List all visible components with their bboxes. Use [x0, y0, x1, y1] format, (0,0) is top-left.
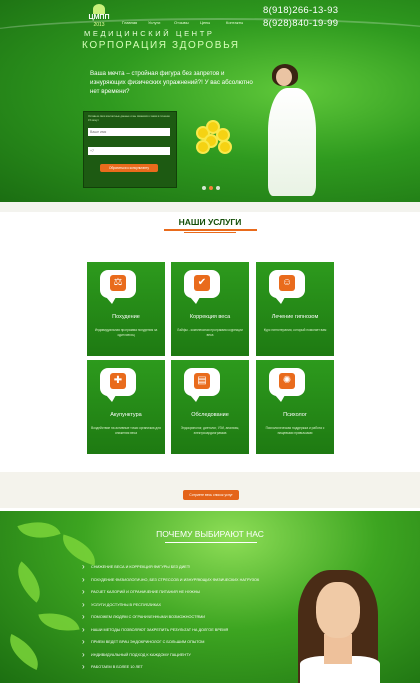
nav-item[interactable]: Контакты	[226, 20, 246, 25]
services-title: НАШИ УСЛУГИ	[178, 217, 242, 227]
site-title-line1: МЕДИЦИНСКИЙ ЦЕНТР	[84, 29, 215, 38]
service-tile[interactable]: ✺ Психолог Психологическая поддержка и р…	[256, 360, 334, 454]
service-name: Коррекция веса	[189, 314, 231, 320]
leaf-decoration	[2, 634, 46, 670]
scale-icon: ⚖	[100, 270, 136, 304]
service-desc: Курс гипнотерапии, который помогает вам	[263, 328, 327, 332]
phone-numbers: 8(918)266-13-93 8(928)840-19-99	[263, 4, 338, 30]
service-tile[interactable]: ✔ Коррекция веса Лайфы - комплексная про…	[171, 262, 249, 356]
name-input[interactable]	[88, 128, 170, 136]
nav-item[interactable]: Главная	[122, 20, 142, 25]
service-name: Обследование	[191, 412, 229, 418]
service-tile[interactable]: ▤ Обследование Эндокринолог, диетолог, У…	[171, 360, 249, 454]
list-item: ПОХУДЕНИЕ ФИЗИОЛОГИЧНО, БЕЗ СТРЕССОВ И И…	[82, 574, 312, 587]
leaf-decoration	[7, 561, 51, 603]
leaf-icon	[93, 4, 105, 14]
head-icon: ☺	[269, 270, 305, 304]
list-item: УСЛУГИ ДОСТУПНЫ В РЕСПУБЛИКАХ	[82, 599, 312, 612]
service-desc: Индивидуальная программа похудения за од…	[94, 328, 158, 337]
list-item: ПОМОЖЕМ ЛЮДЯМ С ОГРАНИЧЕННЫМИ ВОЗМОЖНОСТ…	[82, 611, 312, 624]
slider-dot[interactable]	[202, 186, 206, 190]
nav-item[interactable]: Услуги	[148, 20, 168, 25]
service-name: Акупунктура	[110, 412, 142, 418]
list-item: ПРИЕМ ВЕДЕТ ВРАЧ ЭНДОКРИНОЛОГ С БОЛЬШИМ …	[82, 636, 312, 649]
service-desc: Эндокринолог, диетолог, УЗИ, анализы, эл…	[180, 426, 240, 435]
service-name: Психолог	[283, 412, 307, 418]
divider-band	[0, 202, 420, 212]
all-services-button[interactable]: Сотриете весь список услуг	[183, 490, 239, 500]
hero-banner: ЦМПП 2013 Главная Услуги Отзывы Цены Кон…	[0, 0, 420, 202]
leaf-decoration	[38, 607, 80, 637]
callback-form: Оставьте свои контактные данные и мы свя…	[83, 111, 177, 188]
logo[interactable]: ЦМПП 2013	[86, 4, 112, 30]
service-desc: Психологическая поддержка и работа с пищ…	[265, 426, 325, 435]
list-item: ИНДИВИДУАЛЬНЫЙ ПОДХОД К КАЖДОМУ ПАЦИЕНТУ	[82, 649, 312, 662]
smiling-woman-image	[290, 570, 390, 683]
service-tile[interactable]: ⚖ Похудение Индивидуальная программа пох…	[87, 262, 165, 356]
acupuncture-icon: ✚	[100, 368, 136, 402]
service-desc: Воздействие на активные точки организма …	[91, 426, 161, 435]
slider-dots	[202, 186, 220, 190]
form-note: Оставьте свои контактные данные и мы свя…	[88, 115, 170, 122]
laptop-icon: ▤	[184, 368, 220, 402]
why-list: СНИЖЕНИЕ ВЕСА И КОРРЕКЦИЯ ФИГУРЫ БЕЗ ДИЕ…	[82, 561, 312, 674]
flowers-image	[196, 120, 234, 152]
hero-woman-image	[262, 64, 332, 196]
list-item: РАСЧЕТ КАЛОРИЙ И ОГРАНИЧЕНИЕ ПИТАНИЯ НЕ …	[82, 586, 312, 599]
site-title-line2: КОРПОРАЦИЯ ЗДОРОВЬЯ	[82, 40, 240, 51]
phone-1[interactable]: 8(918)266-13-93	[263, 4, 338, 17]
list-item: РАБОТАЕМ В БОЛЕЕ 10 ЛЕТ	[82, 661, 312, 674]
why-title-underline	[165, 542, 257, 543]
nav-item[interactable]: Цены	[200, 20, 220, 25]
slider-dot[interactable]	[216, 186, 220, 190]
title-underline-small	[184, 232, 236, 233]
consultant-button[interactable]: Обратиться к консультанту	[100, 164, 158, 172]
service-name: Похудение	[112, 314, 140, 320]
logo-year: 2013	[93, 22, 105, 28]
main-nav: Главная Услуги Отзывы Цены Контакты	[122, 20, 246, 25]
nav-item[interactable]: Отзывы	[174, 20, 194, 25]
logo-abbr: ЦМПП	[88, 14, 110, 21]
title-underline	[164, 229, 257, 231]
why-title: ПОЧЕМУ ВЫБИРАЮТ НАС	[156, 529, 264, 539]
hero-headline: Ваша мечта – стройная фигура без запрето…	[90, 70, 253, 95]
list-item: НАШИ МЕТОДЫ ПОЗВОЛЯЮТ ЗАКРЕПИТЬ РЕЗУЛЬТА…	[82, 624, 312, 637]
checklist-icon: ✔	[184, 270, 220, 304]
laser-icon: ✺	[269, 368, 305, 402]
service-tile[interactable]: ☺ Лечение гипнозом Курс гипнотерапии, ко…	[256, 262, 334, 356]
list-item: СНИЖЕНИЕ ВЕСА И КОРРЕКЦИЯ ФИГУРЫ БЕЗ ДИЕ…	[82, 561, 312, 574]
phone-2[interactable]: 8(928)840-19-99	[263, 17, 338, 30]
service-desc: Лайфы - комплексная программа коррекции …	[177, 328, 243, 337]
service-tile[interactable]: ✚ Акупунктура Воздействие на активные то…	[87, 360, 165, 454]
phone-input[interactable]	[88, 147, 170, 155]
slider-dot-active[interactable]	[209, 186, 213, 190]
service-name: Лечение гипнозом	[271, 314, 319, 320]
